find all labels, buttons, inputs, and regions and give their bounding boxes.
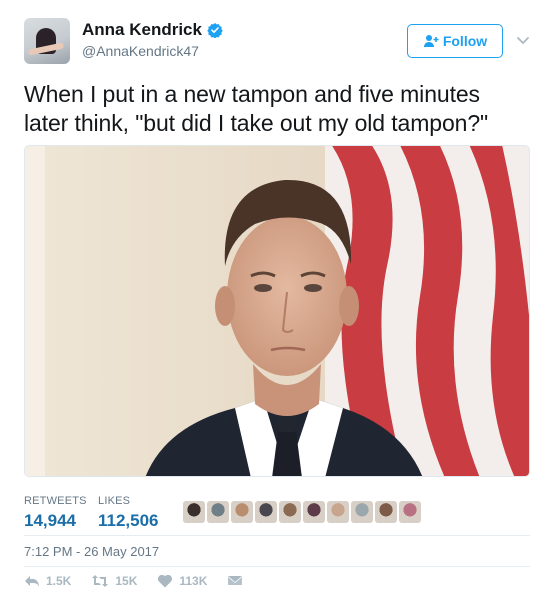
liker-avatar[interactable] [255,501,277,523]
follow-button[interactable]: Follow [407,24,503,58]
liker-avatars [183,501,421,525]
reply-icon [25,576,39,587]
chevron-down-icon[interactable] [516,33,530,47]
reply-count: 1.5K [46,574,72,588]
divider [24,566,530,567]
retweet-icon [92,575,109,587]
retweets-count: 14,944 [24,511,76,530]
follow-icon [423,35,439,47]
liker-avatar[interactable] [327,501,349,523]
liker-avatar[interactable] [279,501,301,523]
tweet-timestamp[interactable]: 7:12 PM - 26 May 2017 [24,543,159,561]
like-icon [158,574,173,588]
likes-count: 112,506 [98,511,159,530]
liker-avatar[interactable] [183,501,205,523]
tweet-stats: RETWEETS 14,944 LIKES 112,506 [24,494,530,534]
like-button[interactable]: 113K [157,574,207,588]
follow-button-label: Follow [442,33,488,49]
likes-label: LIKES [98,495,131,507]
message-icon [228,576,243,585]
divider [24,535,530,536]
liker-avatar[interactable] [231,501,253,523]
liker-avatar[interactable] [399,501,421,523]
retweet-button[interactable]: 15K [91,574,137,588]
liker-avatar[interactable] [303,501,325,523]
tweet-actions: 1.5K 15K 113K [24,569,269,593]
reply-button[interactable]: 1.5K [24,574,71,588]
tweet-photo[interactable] [24,145,530,477]
liker-avatar[interactable] [207,501,229,523]
tweet-header: Anna Kendrick @AnnaKendrick47 Follow [24,18,529,66]
liker-avatar[interactable] [351,501,373,523]
retweet-count: 15K [115,574,138,588]
avatar[interactable] [24,18,70,64]
message-button[interactable] [227,574,249,588]
author-name[interactable]: Anna Kendrick [82,20,223,40]
liker-avatar[interactable] [375,501,397,523]
author-info[interactable]: Anna Kendrick @AnnaKendrick47 [82,20,223,61]
photo-portrait [25,146,529,476]
author-name-text[interactable]: Anna Kendrick [82,20,202,40]
retweets-label: RETWEETS [24,495,87,507]
likes-stat[interactable]: LIKES 112,506 [98,494,159,532]
tweet-text: When I put in a new tampon and five minu… [24,81,489,136]
like-count: 113K [179,574,208,588]
retweets-stat[interactable]: RETWEETS 14,944 [24,494,87,532]
author-handle[interactable]: @AnnaKendrick47 [82,41,223,61]
verified-badge-icon [207,23,223,38]
